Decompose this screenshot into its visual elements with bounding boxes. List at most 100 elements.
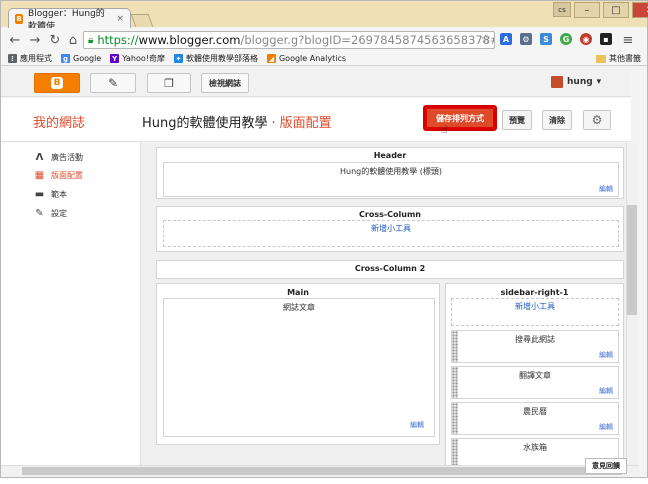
sidebar-item-label: 廣告活動 <box>51 153 83 162</box>
avatar <box>551 76 563 88</box>
blog-posts-gadget[interactable]: 網誌文章 編輯 <box>163 298 435 437</box>
red-ext-icon[interactable]: ◉ <box>580 33 592 45</box>
maximize-icon[interactable]: □ <box>603 2 629 18</box>
section-title: Header <box>373 151 407 160</box>
sidebar-item-label: 版面配置 <box>51 171 83 180</box>
page-title: Hung的軟體使用教學 · 版面配置 <box>142 112 332 131</box>
bookmark-item[interactable]: ◢ Google Analytics <box>266 54 346 63</box>
bookmark-item[interactable]: g Google <box>61 54 101 63</box>
section-title: Cross-Column 2 <box>354 264 426 273</box>
clear-button[interactable]: 清除 <box>542 110 572 130</box>
chevron-down-icon: ▾ <box>596 77 602 87</box>
bookmarks-bar: ⁞ 應用程式 g Google Y Yahoo!奇摩 ✦ 軟體使用教學部落格 ◢ Google A… <box>1 52 647 66</box>
sidebar-item-campaigns[interactable]: Ʌ 廣告活動 <box>34 152 83 163</box>
sidebar-item-settings[interactable]: ✎ 設定 <box>34 208 67 219</box>
folder-icon <box>596 54 606 63</box>
horizontal-scroll-thumb[interactable] <box>22 467 622 475</box>
edit-link[interactable]: 編輯 <box>599 350 613 360</box>
cross-column-section: Cross-Column 新增小工具 <box>156 206 624 252</box>
url-scheme: https:// <box>97 33 139 47</box>
campaign-icon: Ʌ <box>35 152 44 163</box>
user-badge[interactable]: cs <box>553 2 571 17</box>
other-bookmarks[interactable]: 其他書籤 <box>596 53 641 64</box>
hand-cursor-icon: ☝ <box>441 123 448 136</box>
main-section: Main 網誌文章 編輯 <box>156 283 440 445</box>
gear-icon[interactable]: ⚙ <box>583 110 611 130</box>
header-gadget[interactable]: Hung的軟體使用教學 (標頭) 編輯 <box>163 162 619 197</box>
wrench-icon: ✎ <box>35 208 44 219</box>
vertical-scroll-thumb[interactable] <box>627 205 637 315</box>
posts-list-button[interactable]: ❐ <box>147 73 191 93</box>
close-window-icon[interactable]: ✕ <box>632 2 648 18</box>
template-icon: ▬ <box>34 189 45 200</box>
blogger-logo-icon: B <box>51 77 63 89</box>
blog-name-link[interactable]: 我的網誌 <box>33 112 85 131</box>
bookmark-item[interactable]: Y Yahoo!奇摩 <box>110 53 165 64</box>
screenshot-ext-icon[interactable]: S <box>540 33 552 45</box>
gadget-title: 搜尋此網誌 <box>515 335 555 344</box>
new-post-button[interactable]: ✎ <box>90 73 136 93</box>
extension-icon[interactable]: ⚙ <box>520 33 532 45</box>
gadget-title: 網誌文章 <box>283 303 315 312</box>
sidebar-item-template[interactable]: ▬ 範本 <box>34 189 67 200</box>
forward-icon[interactable]: → <box>27 32 43 48</box>
sidebar-item-label: 範本 <box>51 190 67 199</box>
green-ext-icon[interactable]: G <box>560 33 572 45</box>
home-icon[interactable]: ⌂ <box>65 32 81 48</box>
view-blog-button[interactable]: 檢視網誌 <box>201 73 249 93</box>
lock-icon: 🔒︎ <box>88 34 94 46</box>
add-gadget-link[interactable]: 新增小工具 <box>451 298 619 326</box>
yahoo-icon: Y <box>110 54 120 63</box>
pencil-icon: ✎ <box>107 76 119 90</box>
bookmark-label: Yahoo!奇摩 <box>122 54 165 63</box>
window-controls: cs – □ ✕ <box>553 2 648 18</box>
blogger-home-button[interactable]: B <box>34 73 80 93</box>
add-gadget-label: 新增小工具 <box>515 302 555 311</box>
translate-gadget[interactable]: 翻譯文章 編輯 <box>451 366 619 399</box>
blog-title: Hung的軟體使用教學 <box>142 116 268 131</box>
reload-icon[interactable]: ↻ <box>47 32 63 48</box>
address-bar[interactable]: 🔒︎ https:// www.blogger.com /blogger.g?b… <box>83 31 495 49</box>
preview-button[interactable]: 預覽 <box>502 110 532 130</box>
layout-icon: ▦ <box>34 170 45 181</box>
save-arrangement-button[interactable]: 儲存排列方式 <box>423 105 497 131</box>
account-menu[interactable]: hung ▾ <box>551 76 601 88</box>
menu-icon[interactable]: ≡ <box>620 32 636 48</box>
sidebar-right-section: sidebar-right-1 新增小工具 搜尋此網誌 編輯 翻譯文章 編輯 農… <box>445 283 624 471</box>
section-title: 版面配置 <box>279 116 332 131</box>
other-bookmarks-label: 其他書籤 <box>609 54 641 63</box>
edit-link[interactable]: 編輯 <box>599 184 613 194</box>
section-title: Main <box>287 288 309 297</box>
pages-icon: ❐ <box>164 76 174 90</box>
blogger-app-bar: B ✎ ❐ 檢視網誌 hung ▾ <box>1 67 631 97</box>
dark-ext-icon[interactable]: ▪ <box>600 33 612 45</box>
gadget-title: 翻譯文章 <box>519 371 551 380</box>
sidebar-item-layout[interactable]: ▦ 版面配置 <box>34 170 83 181</box>
bookmark-label: 軟體使用教學部落格 <box>185 54 258 63</box>
bookmark-star-icon[interactable]: ☆ <box>480 32 491 46</box>
farmers-calendar-gadget[interactable]: 農民曆 編輯 <box>451 402 619 435</box>
search-blog-gadget[interactable]: 搜尋此網誌 編輯 <box>451 330 619 363</box>
cross-column-2-section: Cross-Column 2 <box>156 260 624 279</box>
translate-ext-icon[interactable]: A <box>500 33 512 45</box>
bookmark-item[interactable]: ⁞ 應用程式 <box>8 53 52 64</box>
add-gadget-link[interactable]: 新增小工具 <box>163 220 619 247</box>
back-icon[interactable]: ← <box>7 32 23 48</box>
section-title: Cross-Column <box>359 210 421 219</box>
bookmark-item[interactable]: ✦ 軟體使用教學部落格 <box>173 53 258 64</box>
sidebar-item-label: 設定 <box>51 209 67 218</box>
gadget-title: 農民曆 <box>523 407 547 416</box>
minimize-icon[interactable]: – <box>574 2 600 18</box>
browser-tab[interactable]: B Blogger：Hung的軟體使 × <box>8 8 131 32</box>
edit-link[interactable]: 編輯 <box>410 420 424 430</box>
close-tab-icon[interactable]: × <box>116 14 124 24</box>
layout-canvas: Header Hung的軟體使用教學 (標頭) 編輯 Cross-Column … <box>140 143 626 471</box>
feedback-button[interactable]: 意見回饋 <box>585 458 627 474</box>
bookmark-label: 應用程式 <box>20 54 52 63</box>
gadget-title: Hung的軟體使用教學 (標頭) <box>339 167 443 176</box>
title-separator: · <box>271 116 276 131</box>
edit-link[interactable]: 編輯 <box>599 422 613 432</box>
user-name: hung <box>567 77 593 87</box>
edit-link[interactable]: 編輯 <box>599 386 613 396</box>
add-gadget-label: 新增小工具 <box>371 224 411 233</box>
